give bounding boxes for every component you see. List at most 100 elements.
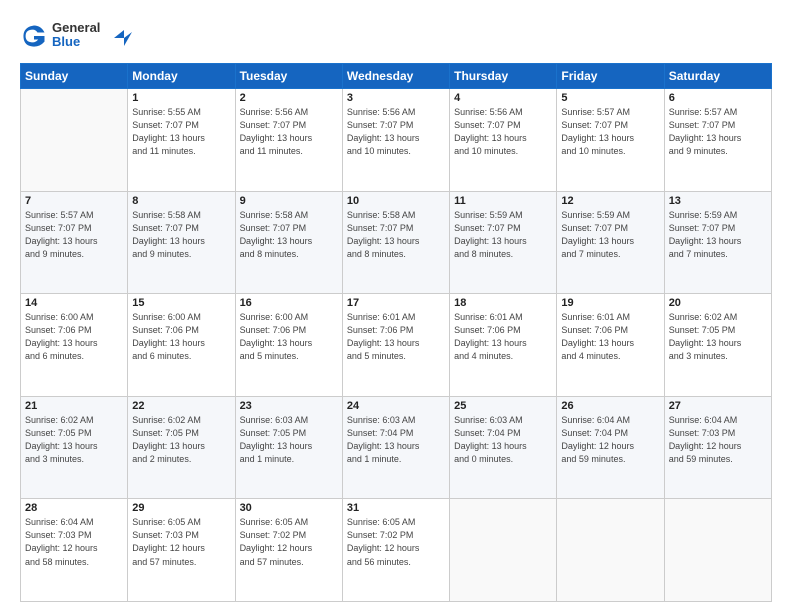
calendar-day-cell: 7 Sunrise: 5:57 AMSunset: 7:07 PMDaylight… xyxy=(21,191,128,294)
day-number: 4 xyxy=(454,92,552,104)
day-info: Sunrise: 6:04 AMSunset: 7:03 PMDaylight:… xyxy=(25,516,123,568)
day-info: Sunrise: 5:59 AMSunset: 7:07 PMDaylight:… xyxy=(454,209,552,261)
day-info: Sunrise: 6:02 AMSunset: 7:05 PMDaylight:… xyxy=(132,414,230,466)
day-info: Sunrise: 6:01 AMSunset: 7:06 PMDaylight:… xyxy=(561,311,659,363)
calendar-day-header: Friday xyxy=(557,64,664,89)
calendar-day-cell: 21 Sunrise: 6:02 AMSunset: 7:05 PMDayligh… xyxy=(21,396,128,499)
calendar-day-cell: 8 Sunrise: 5:58 AMSunset: 7:07 PMDaylight… xyxy=(128,191,235,294)
calendar-day-cell xyxy=(450,499,557,602)
calendar-week-row: 28Sunrise: 6:04 AMSunset: 7:03 PMDayligh… xyxy=(21,499,772,602)
day-number: 29 xyxy=(132,502,230,514)
header: General Blue xyxy=(20,18,772,53)
day-number: 13 xyxy=(669,195,767,207)
day-number: 9 xyxy=(240,195,338,207)
svg-text:General: General xyxy=(52,20,100,35)
day-number: 6 xyxy=(669,92,767,104)
day-number: 16 xyxy=(240,297,338,309)
day-number: 14 xyxy=(25,297,123,309)
day-number: 21 xyxy=(25,400,123,412)
calendar-day-cell: 4Sunrise: 5:56 AMSunset: 7:07 PMDaylight… xyxy=(450,89,557,192)
day-number: 7 xyxy=(25,195,123,207)
day-number: 2 xyxy=(240,92,338,104)
day-info: Sunrise: 6:00 AMSunset: 7:06 PMDaylight:… xyxy=(240,311,338,363)
svg-text:Blue: Blue xyxy=(52,34,80,49)
day-info: Sunrise: 6:00 AMSunset: 7:06 PMDaylight:… xyxy=(25,311,123,363)
day-info: Sunrise: 6:04 AMSunset: 7:04 PMDaylight:… xyxy=(561,414,659,466)
day-info: Sunrise: 5:58 AMSunset: 7:07 PMDaylight:… xyxy=(240,209,338,261)
calendar-day-cell: 22 Sunrise: 6:02 AMSunset: 7:05 PMDayligh… xyxy=(128,396,235,499)
day-number: 18 xyxy=(454,297,552,309)
calendar-day-cell: 13Sunrise: 5:59 AMSunset: 7:07 PMDayligh… xyxy=(664,191,771,294)
day-info: Sunrise: 5:55 AMSunset: 7:07 PMDaylight:… xyxy=(132,106,230,158)
day-number: 8 xyxy=(132,195,230,207)
calendar-day-cell: 27 Sunrise: 6:04 AMSunset: 7:03 PMDayligh… xyxy=(664,396,771,499)
day-number: 31 xyxy=(347,502,445,514)
day-number: 23 xyxy=(240,400,338,412)
day-number: 24 xyxy=(347,400,445,412)
calendar-day-cell: 17 Sunrise: 6:01 AMSunset: 7:06 PMDayligh… xyxy=(342,294,449,397)
day-number: 30 xyxy=(240,502,338,514)
day-info: Sunrise: 6:05 AMSunset: 7:02 PMDaylight:… xyxy=(240,516,338,568)
calendar-week-row: 21 Sunrise: 6:02 AMSunset: 7:05 PMDayligh… xyxy=(21,396,772,499)
day-number: 3 xyxy=(347,92,445,104)
day-number: 1 xyxy=(132,92,230,104)
calendar-day-cell: 25Sunrise: 6:03 AMSunset: 7:04 PMDayligh… xyxy=(450,396,557,499)
day-info: Sunrise: 5:57 AMSunset: 7:07 PMDaylight:… xyxy=(669,106,767,158)
day-info: Sunrise: 5:58 AMSunset: 7:07 PMDaylight:… xyxy=(347,209,445,261)
day-info: Sunrise: 6:04 AMSunset: 7:03 PMDaylight:… xyxy=(669,414,767,466)
day-info: Sunrise: 5:58 AMSunset: 7:07 PMDaylight:… xyxy=(132,209,230,261)
day-info: Sunrise: 6:03 AMSunset: 7:05 PMDaylight:… xyxy=(240,414,338,466)
logo-svg: General Blue xyxy=(52,18,132,53)
day-info: Sunrise: 6:05 AMSunset: 7:02 PMDaylight:… xyxy=(347,516,445,568)
calendar-week-row: 14 Sunrise: 6:00 AMSunset: 7:06 PMDayligh… xyxy=(21,294,772,397)
day-number: 10 xyxy=(347,195,445,207)
calendar-week-row: 7 Sunrise: 5:57 AMSunset: 7:07 PMDaylight… xyxy=(21,191,772,294)
day-info: Sunrise: 6:02 AMSunset: 7:05 PMDaylight:… xyxy=(25,414,123,466)
calendar-week-row: 1 Sunrise: 5:55 AMSunset: 7:07 PMDaylight… xyxy=(21,89,772,192)
day-number: 12 xyxy=(561,195,659,207)
calendar-day-header: Sunday xyxy=(21,64,128,89)
day-info: Sunrise: 5:56 AMSunset: 7:07 PMDaylight:… xyxy=(240,106,338,158)
calendar-day-cell: 5 Sunrise: 5:57 AMSunset: 7:07 PMDaylight… xyxy=(557,89,664,192)
page: General Blue SundayMondayTuesdayWednesda… xyxy=(0,0,792,612)
calendar-day-cell xyxy=(557,499,664,602)
day-number: 11 xyxy=(454,195,552,207)
calendar-day-header: Monday xyxy=(128,64,235,89)
calendar-day-cell: 11 Sunrise: 5:59 AMSunset: 7:07 PMDayligh… xyxy=(450,191,557,294)
day-number: 20 xyxy=(669,297,767,309)
calendar-day-cell: 28Sunrise: 6:04 AMSunset: 7:03 PMDayligh… xyxy=(21,499,128,602)
day-info: Sunrise: 5:57 AMSunset: 7:07 PMDaylight:… xyxy=(25,209,123,261)
day-number: 17 xyxy=(347,297,445,309)
calendar-day-cell: 26Sunrise: 6:04 AMSunset: 7:04 PMDayligh… xyxy=(557,396,664,499)
day-info: Sunrise: 6:02 AMSunset: 7:05 PMDaylight:… xyxy=(669,311,767,363)
logo-text: General Blue xyxy=(52,18,132,53)
day-number: 25 xyxy=(454,400,552,412)
calendar-day-cell: 1 Sunrise: 5:55 AMSunset: 7:07 PMDaylight… xyxy=(128,89,235,192)
day-number: 15 xyxy=(132,297,230,309)
day-info: Sunrise: 6:00 AMSunset: 7:06 PMDaylight:… xyxy=(132,311,230,363)
calendar-day-cell: 23 Sunrise: 6:03 AMSunset: 7:05 PMDayligh… xyxy=(235,396,342,499)
calendar-day-cell: 24Sunrise: 6:03 AMSunset: 7:04 PMDayligh… xyxy=(342,396,449,499)
day-info: Sunrise: 6:01 AMSunset: 7:06 PMDaylight:… xyxy=(454,311,552,363)
day-number: 27 xyxy=(669,400,767,412)
day-number: 22 xyxy=(132,400,230,412)
calendar-day-header: Saturday xyxy=(664,64,771,89)
day-info: Sunrise: 5:56 AMSunset: 7:07 PMDaylight:… xyxy=(347,106,445,158)
day-info: Sunrise: 5:57 AMSunset: 7:07 PMDaylight:… xyxy=(561,106,659,158)
calendar-day-cell: 14 Sunrise: 6:00 AMSunset: 7:06 PMDayligh… xyxy=(21,294,128,397)
calendar-day-cell: 2 Sunrise: 5:56 AMSunset: 7:07 PMDaylight… xyxy=(235,89,342,192)
calendar-day-cell: 31 Sunrise: 6:05 AMSunset: 7:02 PMDayligh… xyxy=(342,499,449,602)
calendar-day-cell: 10 Sunrise: 5:58 AMSunset: 7:07 PMDayligh… xyxy=(342,191,449,294)
calendar-day-cell: 30 Sunrise: 6:05 AMSunset: 7:02 PMDayligh… xyxy=(235,499,342,602)
day-info: Sunrise: 6:01 AMSunset: 7:06 PMDaylight:… xyxy=(347,311,445,363)
calendar-day-cell: 16 Sunrise: 6:00 AMSunset: 7:06 PMDayligh… xyxy=(235,294,342,397)
day-number: 19 xyxy=(561,297,659,309)
calendar-day-cell: 9 Sunrise: 5:58 AMSunset: 7:07 PMDaylight… xyxy=(235,191,342,294)
day-info: Sunrise: 6:05 AMSunset: 7:03 PMDaylight:… xyxy=(132,516,230,568)
calendar-day-cell xyxy=(21,89,128,192)
calendar-day-cell: 3 Sunrise: 5:56 AMSunset: 7:07 PMDaylight… xyxy=(342,89,449,192)
calendar-day-cell: 20 Sunrise: 6:02 AMSunset: 7:05 PMDayligh… xyxy=(664,294,771,397)
day-number: 5 xyxy=(561,92,659,104)
calendar-day-cell: 18 Sunrise: 6:01 AMSunset: 7:06 PMDayligh… xyxy=(450,294,557,397)
logo: General Blue xyxy=(20,18,132,53)
